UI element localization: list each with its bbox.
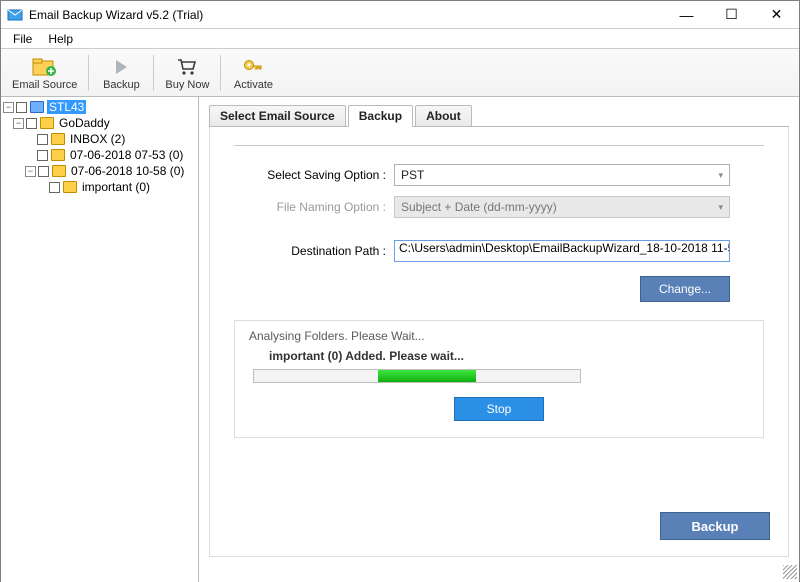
title-bar: Email Backup Wizard v5.2 (Trial) — ☐ ✕ (1, 1, 799, 29)
change-button[interactable]: Change... (640, 276, 730, 302)
toolbar-separator (220, 55, 221, 91)
folder-icon (52, 165, 66, 177)
collapse-icon[interactable]: − (13, 118, 24, 129)
saving-option-label: Select Saving Option : (234, 168, 394, 182)
collapse-icon[interactable]: − (3, 102, 14, 113)
toolbar-separator (153, 55, 154, 91)
stop-button[interactable]: Stop (454, 397, 544, 421)
menu-help[interactable]: Help (40, 30, 81, 48)
divider (234, 145, 764, 146)
toolbar-email-source[interactable]: Email Source (5, 51, 84, 95)
tab-strip: Select Email Source Backup About (209, 103, 789, 127)
backup-panel: Select Saving Option : PST ▾ File Naming… (209, 127, 789, 557)
file-naming-label: File Naming Option : (234, 200, 394, 214)
key-icon (242, 55, 264, 79)
minimize-button[interactable]: — (664, 1, 709, 29)
checkbox[interactable] (37, 150, 48, 161)
chevron-down-icon: ▾ (718, 202, 723, 213)
tree-folder-1[interactable]: 07-06-2018 07-53 (0) (1, 147, 198, 163)
toolbar: Email Source Backup Buy Now Activate (1, 49, 799, 97)
tab-about[interactable]: About (415, 105, 472, 126)
play-icon (112, 55, 130, 79)
tree-root[interactable]: −STL43 (1, 99, 198, 115)
toolbar-backup[interactable]: Backup (93, 51, 149, 95)
checkbox[interactable] (38, 166, 49, 177)
toolbar-separator (88, 55, 89, 91)
menu-bar: File Help (1, 29, 799, 49)
resize-grip[interactable] (783, 565, 797, 579)
tree-inbox[interactable]: INBOX (2) (1, 131, 198, 147)
checkbox[interactable] (37, 134, 48, 145)
folder-icon (40, 117, 54, 129)
computer-icon (30, 101, 44, 113)
menu-file[interactable]: File (5, 30, 40, 48)
app-icon (7, 7, 23, 23)
tab-select-email-source[interactable]: Select Email Source (209, 105, 346, 126)
progress-fill (378, 370, 476, 382)
checkbox[interactable] (16, 102, 27, 113)
progress-title: Analysing Folders. Please Wait... (249, 329, 749, 343)
cart-icon (176, 55, 198, 79)
checkbox[interactable] (49, 182, 60, 193)
window-title: Email Backup Wizard v5.2 (Trial) (29, 8, 664, 22)
collapse-icon[interactable]: − (25, 166, 36, 177)
maximize-button[interactable]: ☐ (709, 1, 754, 29)
toolbar-buy-now[interactable]: Buy Now (158, 51, 216, 95)
folder-icon (51, 133, 65, 145)
progress-subtitle: important (0) Added. Please wait... (269, 349, 749, 363)
progress-group: Analysing Folders. Please Wait... import… (234, 320, 764, 438)
tree-provider[interactable]: −GoDaddy (1, 115, 198, 131)
folder-icon (63, 181, 77, 193)
toolbar-activate[interactable]: Activate (225, 51, 281, 95)
folder-add-icon (32, 55, 58, 79)
close-button[interactable]: ✕ (754, 1, 799, 29)
folder-tree: −STL43 −GoDaddy INBOX (2) 07-06-2018 07-… (1, 97, 199, 582)
saving-option-select[interactable]: PST ▾ (394, 164, 730, 186)
tree-folder-important[interactable]: important (0) (1, 179, 198, 195)
tab-backup[interactable]: Backup (348, 105, 413, 127)
destination-path-label: Destination Path : (234, 244, 394, 258)
tree-folder-2[interactable]: −07-06-2018 10-58 (0) (1, 163, 198, 179)
content-area: Select Email Source Backup About Select … (199, 97, 799, 582)
folder-icon (51, 149, 65, 161)
file-naming-select: Subject + Date (dd-mm-yyyy) ▾ (394, 196, 730, 218)
checkbox[interactable] (26, 118, 37, 129)
backup-button[interactable]: Backup (660, 512, 770, 540)
progress-bar (253, 369, 581, 383)
chevron-down-icon: ▾ (718, 170, 723, 181)
destination-path-input[interactable]: C:\Users\admin\Desktop\EmailBackupWizard… (394, 240, 730, 262)
